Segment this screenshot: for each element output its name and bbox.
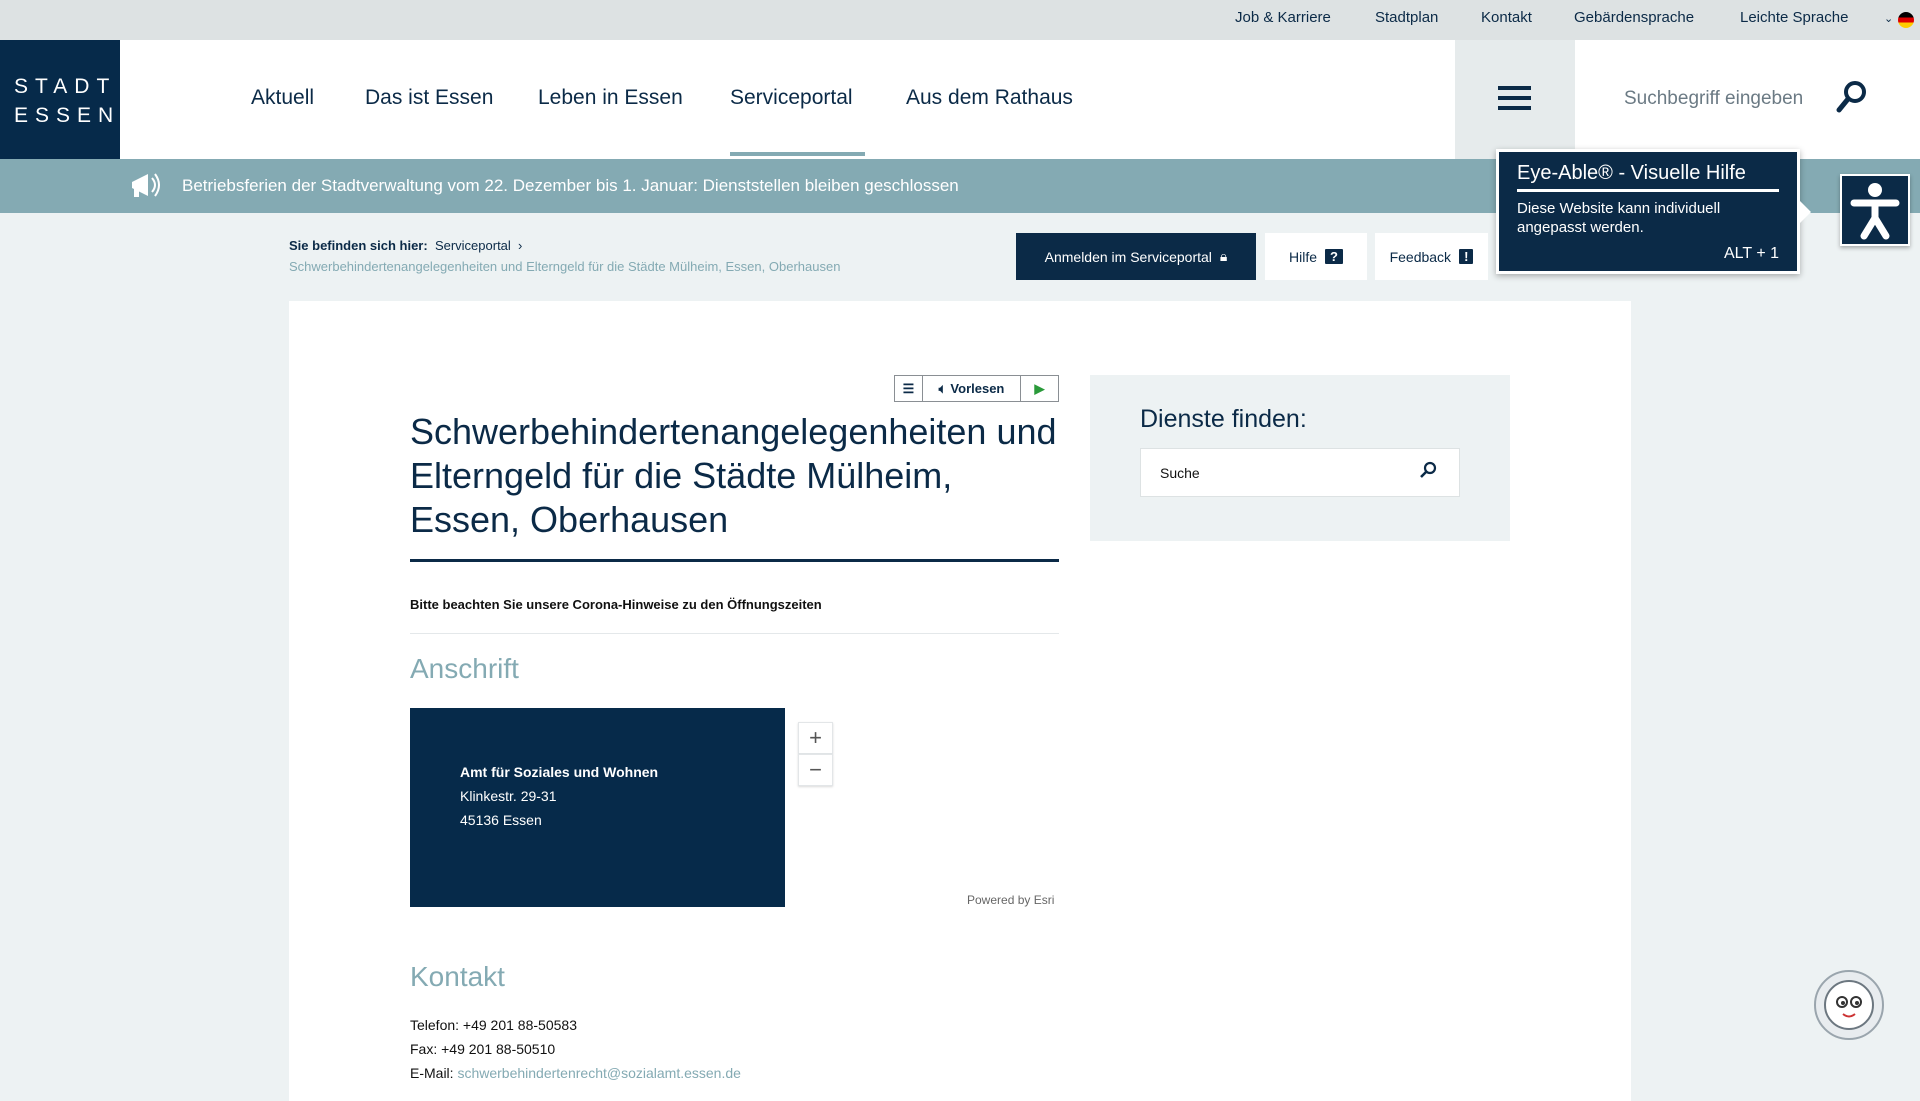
login-serviceportal-button[interactable]: Anmelden im Serviceportal 🔒︎: [1016, 233, 1256, 280]
address-street: Klinkestr. 29-31: [460, 788, 557, 804]
link-kontakt[interactable]: Kontakt: [1481, 9, 1532, 26]
link-leichte-sprache[interactable]: Leichte Sprache: [1740, 9, 1848, 26]
header-search-input[interactable]: Suchbegriff eingeben: [1624, 88, 1803, 110]
corona-notice-link[interactable]: Bitte beachten Sie unsere Corona-Hinweis…: [410, 597, 822, 612]
login-label: Anmelden im Serviceportal: [1044, 248, 1212, 265]
vorlesen-label: Vorlesen: [950, 381, 1005, 396]
link-stadtplan[interactable]: Stadtplan: [1375, 9, 1438, 26]
services-search-icon[interactable]: [1419, 461, 1437, 479]
accessibility-person-icon: [1850, 183, 1900, 240]
services-search-input[interactable]: Suche: [1140, 448, 1460, 497]
chevron-right-icon: ›: [514, 238, 523, 253]
eye-able-tooltip: Eye-Able® - Visuelle Hilfe Diese Website…: [1496, 149, 1800, 274]
divider: [410, 633, 1059, 634]
nav-das-ist-essen[interactable]: Das ist Essen: [365, 86, 493, 110]
tooltip-arrow: [1799, 200, 1811, 224]
breadcrumb-current: Schwerbehindertenangelegenheiten und Elt…: [289, 259, 841, 274]
stadt-essen-logo[interactable]: STADT ESSEN: [0, 40, 120, 159]
address-city: 45136 Essen: [460, 812, 542, 828]
breadcrumb-serviceportal[interactable]: Serviceportal: [435, 238, 511, 253]
nav-serviceportal[interactable]: Serviceportal: [730, 86, 853, 110]
exclamation-icon: !: [1459, 249, 1474, 264]
contact-email-row: E-Mail: schwerbehindertenrecht@sozialamt…: [410, 1065, 741, 1081]
contact-fax: Fax: +49 201 88-50510: [410, 1041, 556, 1057]
question-icon: ?: [1325, 249, 1343, 264]
active-nav-indicator: [730, 152, 865, 156]
search-magnifier-icon[interactable]: [1836, 80, 1868, 114]
logo-line-1: STADT: [14, 75, 117, 98]
page-title: Schwerbehindertenangelegenheiten und Elt…: [410, 411, 1057, 540]
announcement-text: Betriebsferien der Stadtverwaltung vom 2…: [182, 176, 959, 195]
top-utility-bar: Job & Karriere Stadtplan Kontakt Gebärde…: [0, 0, 1920, 40]
breadcrumb: Sie befinden sich hier: Serviceportal ›: [289, 238, 522, 253]
eye-able-body: Diese Website kann individuell angepasst…: [1517, 200, 1721, 236]
speaker-icon: 🔈︎: [938, 380, 947, 396]
logo-line-2: ESSEN: [14, 104, 121, 127]
german-flag-icon[interactable]: [1898, 12, 1914, 28]
link-job-karriere[interactable]: Job & Karriere: [1235, 9, 1331, 26]
email-label: E-Mail:: [410, 1065, 458, 1081]
chatbot-avatar-icon[interactable]: [1814, 970, 1884, 1040]
megaphone-icon: [132, 173, 160, 197]
nav-aus-dem-rathaus[interactable]: Aus dem Rathaus: [906, 86, 1073, 110]
contact-heading: Kontakt: [410, 961, 505, 992]
email-link[interactable]: schwerbehindertenrecht@sozialamt.essen.d…: [457, 1065, 740, 1081]
help-button[interactable]: Hilfe?: [1265, 233, 1367, 280]
feedback-button[interactable]: Feedback!: [1375, 233, 1488, 280]
help-label: Hilfe: [1289, 248, 1318, 265]
map-zoom-in-button[interactable]: +: [798, 722, 833, 754]
eye-able-title: Eye-Able® - Visuelle Hilfe: [1517, 162, 1779, 192]
language-dropdown-chevron-icon[interactable]: ⌄: [1884, 12, 1893, 25]
readspeaker-widget[interactable]: ☰ 🔈︎ Vorlesen ▶: [894, 375, 1059, 402]
map-attribution: Powered by Esri: [967, 893, 1055, 907]
address-name: Amt für Soziales und Wohnen: [460, 764, 659, 780]
readspeaker-menu-icon[interactable]: ☰: [895, 376, 923, 401]
nav-aktuell[interactable]: Aktuell: [251, 86, 314, 110]
link-gebaerdensprache[interactable]: Gebärdensprache: [1574, 9, 1694, 26]
eye-able-shortcut: ALT + 1: [1724, 245, 1779, 262]
address-heading: Anschrift: [410, 653, 519, 684]
readspeaker-vorlesen-button[interactable]: 🔈︎ Vorlesen: [923, 376, 1021, 401]
breadcrumb-label: Sie befinden sich hier:: [289, 238, 428, 253]
contact-phone: Telefon: +49 201 88-50583: [410, 1017, 577, 1033]
address-map[interactable]: Amt für Soziales und Wohnen Klinkestr. 2…: [410, 708, 785, 907]
feedback-label: Feedback: [1389, 248, 1452, 265]
chatbot-face-icon: [1824, 980, 1874, 1030]
play-icon[interactable]: ▶: [1021, 376, 1058, 401]
eye-able-accessibility-button[interactable]: [1840, 174, 1910, 246]
lock-icon: 🔒︎: [1219, 248, 1228, 264]
menu-hamburger-icon[interactable]: [1455, 40, 1575, 159]
services-heading: Dienste finden:: [1140, 405, 1307, 433]
map-zoom-out-button[interactable]: −: [798, 754, 833, 786]
nav-leben-in-essen[interactable]: Leben in Essen: [538, 86, 683, 110]
title-underline: [410, 559, 1059, 562]
